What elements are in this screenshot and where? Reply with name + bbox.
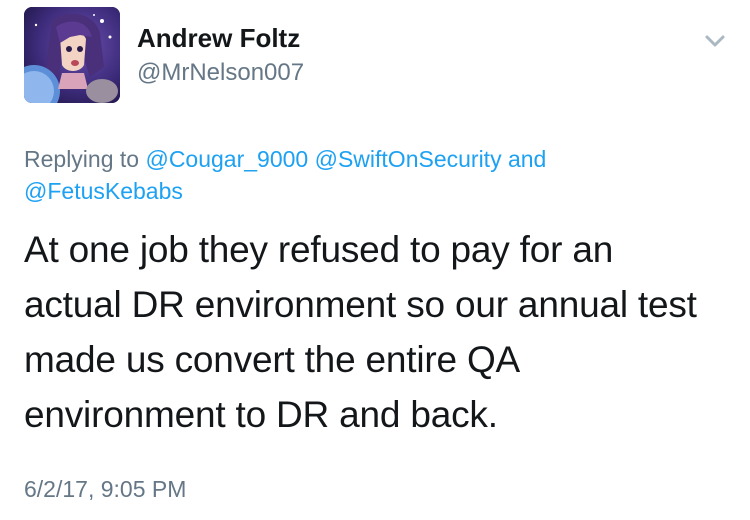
replying-and-label: and — [507, 146, 547, 172]
tweet-text: At one job they refused to pay for an ac… — [24, 222, 734, 442]
more-options-button[interactable] — [700, 28, 730, 54]
avatar[interactable] — [24, 7, 120, 103]
author-display-name[interactable]: Andrew Foltz — [137, 22, 300, 54]
replying-to-context: Replying to @Cougar_9000 @SwiftOnSecurit… — [24, 143, 724, 207]
chevron-down-icon — [705, 35, 725, 47]
tweet-text-line: actual DR environment so our annual test — [24, 284, 697, 325]
tweet-card: Andrew Foltz @MrNelson007 Replying to @C… — [0, 0, 750, 520]
mention-link[interactable]: @SwiftOnSecurity — [315, 146, 502, 172]
tweet-text-line: environment to DR and back. — [24, 394, 498, 435]
tweet-text-line: At one job they refused to pay for an — [24, 229, 614, 270]
tweet-text-line: made us convert the entire QA — [24, 339, 521, 380]
mention-link[interactable]: @FetusKebabs — [24, 178, 183, 204]
author-handle[interactable]: @MrNelson007 — [137, 58, 304, 88]
mention-link[interactable]: @Cougar_9000 — [145, 146, 308, 172]
replying-to-label: Replying to — [24, 146, 140, 172]
avatar-image — [24, 7, 120, 103]
tweet-timestamp[interactable]: 6/2/17, 9:05 PM — [24, 474, 186, 504]
